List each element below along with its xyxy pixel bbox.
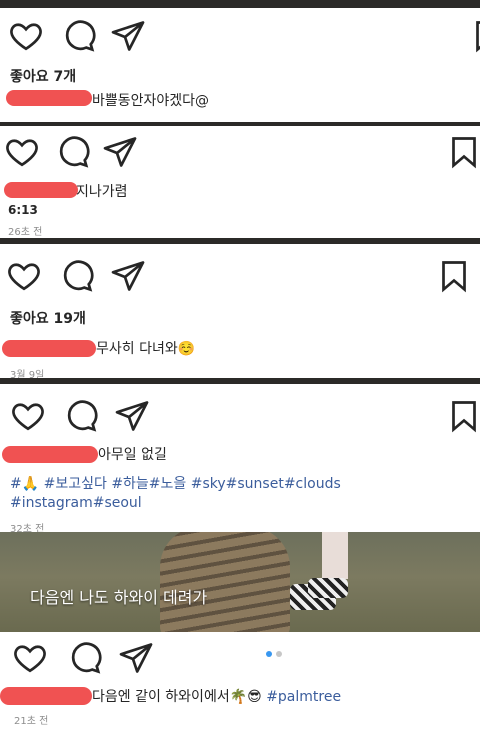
comment-text: 바쁠동안자야겠다@ — [92, 93, 210, 109]
like-heart-icon[interactable] — [4, 134, 40, 170]
comment-time-text: 6:13 — [8, 203, 38, 217]
share-paperplane-icon[interactable] — [102, 134, 138, 170]
like-heart-icon[interactable] — [8, 18, 44, 54]
bookmark-icon[interactable] — [436, 258, 472, 294]
redacted-username — [0, 687, 92, 705]
post-panel-1: 좋아요 7개 바쁠동안자야겠다@ — [0, 8, 480, 122]
bookmark-icon[interactable] — [470, 18, 480, 54]
action-bar — [0, 398, 480, 438]
post-timestamp: 26초 전 — [8, 227, 43, 238]
hashtags-line-2[interactable]: #instagram#seoul — [10, 495, 142, 511]
action-bar — [0, 134, 480, 174]
action-bar — [0, 18, 480, 58]
leg-image — [334, 532, 348, 579]
post-photo[interactable]: 다음엔 나도 하와이 데려가 — [0, 532, 480, 632]
bookmark-icon[interactable] — [446, 134, 480, 170]
post-panel-4: 아무일 없길 #🙏 #보고싶다 #하늘#노을 #sky#sunset#cloud… — [0, 384, 480, 740]
redacted-username — [2, 340, 96, 357]
post-timestamp: 3월 9일 — [10, 370, 45, 378]
post-panel-3: 좋아요 19개 무사히 다녀와☺️ 3월 9일 — [0, 244, 480, 378]
comment-text: 무사히 다녀와☺️ — [96, 341, 196, 357]
share-paperplane-icon[interactable] — [118, 640, 154, 676]
comment-bubble-icon[interactable] — [54, 134, 90, 170]
like-heart-icon[interactable] — [12, 640, 48, 676]
redacted-username — [6, 90, 92, 106]
share-paperplane-icon[interactable] — [110, 258, 146, 294]
action-bar — [0, 258, 480, 298]
action-bar — [0, 640, 480, 680]
photo-caption: 다음엔 나도 하와이 데려가 — [30, 588, 208, 607]
palm-trunk-image — [160, 532, 290, 632]
comment-line: 다음엔 같이 하와이에서🌴😎 #palmtree — [92, 686, 341, 706]
like-heart-icon[interactable] — [6, 258, 42, 294]
redacted-username — [2, 446, 98, 463]
hashtag-link[interactable]: #palmtree — [266, 689, 341, 705]
comment-bubble-icon[interactable] — [60, 18, 96, 54]
comment-text: 다음엔 같이 하와이에서🌴😎 — [92, 689, 267, 705]
comment-text: 아무일 없길 — [98, 447, 167, 463]
share-paperplane-icon[interactable] — [114, 398, 150, 434]
comment-bubble-icon[interactable] — [58, 258, 94, 294]
post-timestamp: 21초 전 — [14, 716, 49, 727]
bookmark-icon[interactable] — [446, 398, 480, 434]
like-count[interactable]: 좋아요 7개 — [10, 66, 76, 86]
share-paperplane-icon[interactable] — [110, 18, 146, 54]
comment-bubble-icon[interactable] — [62, 398, 98, 434]
sneaker-image — [308, 578, 348, 598]
post-panel-2: 지나가렴 6:13 26초 전 — [0, 126, 480, 238]
like-heart-icon[interactable] — [10, 398, 46, 434]
comment-text: 지나가렴 — [76, 184, 128, 200]
hashtags-line-1[interactable]: #🙏 #보고싶다 #하늘#노을 #sky#sunset#clouds — [10, 473, 341, 493]
redacted-username — [4, 182, 78, 198]
comment-bubble-icon[interactable] — [66, 640, 102, 676]
like-count[interactable]: 좋아요 19개 — [10, 308, 86, 328]
